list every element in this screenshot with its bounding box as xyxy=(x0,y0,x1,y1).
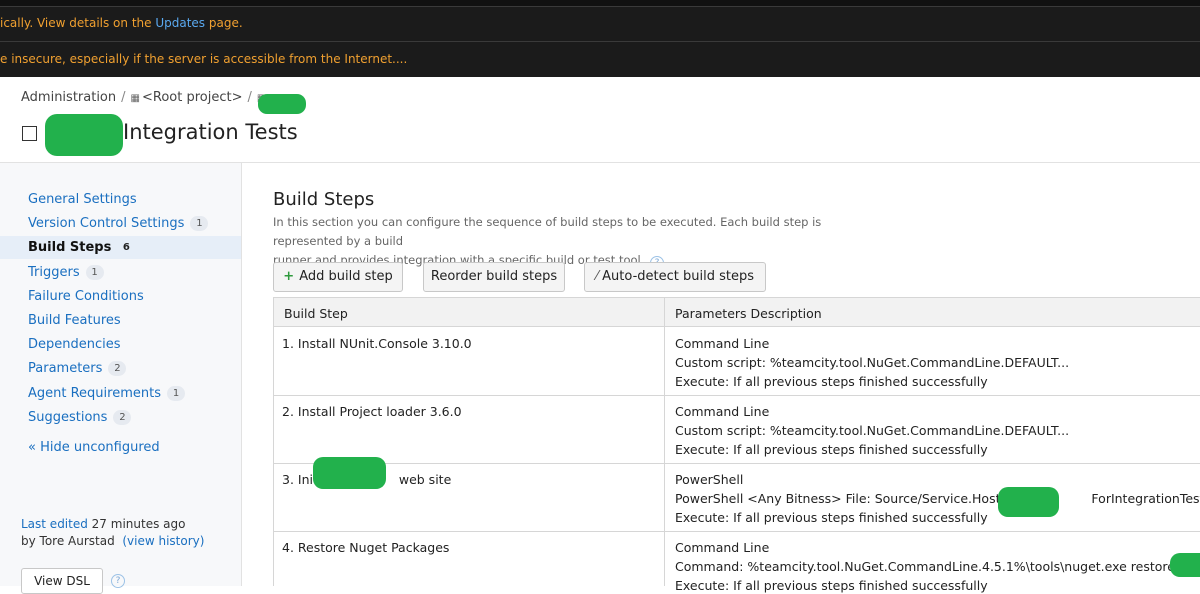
runner-type: Command Line xyxy=(675,540,770,555)
breadcrumb-separator: / xyxy=(121,90,126,105)
breadcrumb-root-project[interactable]: <Root project> xyxy=(142,90,243,105)
banner-divider xyxy=(0,41,1200,42)
button-label: Add build step xyxy=(299,269,393,284)
project-grid-icon: ▦ xyxy=(130,93,141,104)
last-edited-info: Last edited 27 minutes ago by Tore Aurst… xyxy=(21,516,204,550)
sidebar-item-label: Parameters xyxy=(28,361,103,376)
count-badge: 1 xyxy=(85,265,104,280)
view-history-link[interactable]: (view history) xyxy=(122,534,204,548)
runner-type: Command Line xyxy=(675,404,770,419)
step-execute-condition: Execute: If all previous steps finished … xyxy=(675,374,988,389)
description-line: In this section you can configure the se… xyxy=(273,215,822,248)
magic-wand-icon: ⁄ xyxy=(595,269,599,284)
last-edited-link[interactable]: Last edited xyxy=(21,517,88,531)
row-divider xyxy=(273,395,1200,396)
step-parameters: Command: %teamcity.tool.NuGet.CommandLin… xyxy=(675,559,1200,574)
button-label: Reorder build steps xyxy=(430,269,558,284)
param-text: ForIntegrationTests.ps1 xyxy=(1091,491,1200,506)
sidebar-item-label: Build Features xyxy=(28,313,121,328)
sidebar-item-label: Suggestions xyxy=(28,410,108,425)
sidebar-item-label: Version Control Settings xyxy=(28,216,185,231)
redaction-mark xyxy=(258,94,306,114)
column-divider xyxy=(664,297,665,586)
sidebar-item-label: Dependencies xyxy=(28,337,121,352)
sidebar-item-build-features[interactable]: Build Features xyxy=(28,313,121,328)
row-divider xyxy=(273,463,1200,464)
step-execute-condition: Execute: If all previous steps finished … xyxy=(675,510,988,525)
button-label: Auto-detect build steps xyxy=(602,269,754,284)
sidebar-item-failure-conditions[interactable]: Failure Conditions xyxy=(28,289,144,304)
redaction-mark xyxy=(45,114,123,156)
sidebar-item-label: Triggers xyxy=(28,265,80,280)
warning-banner: ically. View details on the Updates page… xyxy=(0,0,1200,77)
step-name-suffix: web site xyxy=(394,472,452,487)
count-badge: 1 xyxy=(190,216,209,231)
page-title: Integration Tests xyxy=(123,120,298,144)
step-parameters: PowerShell <Any Bitness> File: Source/Se… xyxy=(675,491,1200,506)
sidebar-item-triggers[interactable]: Triggers 1 xyxy=(28,265,104,280)
plus-icon: + xyxy=(283,269,295,284)
edited-by: by Tore Aurstad xyxy=(21,534,115,548)
column-header-build-step: Build Step xyxy=(284,306,348,321)
build-step-name[interactable]: 4. Restore Nuget Packages xyxy=(282,540,449,555)
breadcrumb: Administration/▦<Root project>/▦ xyxy=(21,90,268,105)
runner-type: PowerShell xyxy=(675,472,744,487)
sidebar-item-dependencies[interactable]: Dependencies xyxy=(28,337,121,352)
sidebar-item-label: General Settings xyxy=(28,192,137,207)
sidebar-item-parameters[interactable]: Parameters 2 xyxy=(28,361,127,376)
reorder-build-steps-button[interactable]: Reorder build steps xyxy=(423,262,565,292)
breadcrumb-separator: / xyxy=(247,90,252,105)
runner-type: Command Line xyxy=(675,336,770,351)
sidebar-item-suggestions[interactable]: Suggestions 2 xyxy=(28,410,132,425)
breadcrumb-administration[interactable]: Administration xyxy=(21,90,116,105)
last-edited-time: 27 minutes ago xyxy=(87,517,186,531)
redaction-mark xyxy=(998,487,1059,517)
count-badge: 1 xyxy=(167,386,185,401)
view-dsl-button[interactable]: View DSL xyxy=(21,568,103,594)
redaction-mark xyxy=(1170,553,1200,577)
step-execute-condition: Execute: If all previous steps finished … xyxy=(675,442,988,457)
banner-top-strip xyxy=(0,0,1200,7)
update-notice: ically. View details on the Updates page… xyxy=(0,16,243,30)
auto-detect-build-steps-button[interactable]: ⁄ Auto-detect build steps xyxy=(584,262,766,292)
build-step-name[interactable]: 1. Install NUnit.Console 3.10.0 xyxy=(282,336,472,351)
sidebar-item-label: Build Steps xyxy=(28,240,112,255)
security-notice: e insecure, especially if the server is … xyxy=(0,52,408,66)
count-badge: 2 xyxy=(108,361,127,376)
sidebar-item-build-steps[interactable]: Build Steps 6 xyxy=(28,240,135,255)
step-parameters: Custom script: %teamcity.tool.NuGet.Comm… xyxy=(675,423,1070,438)
param-text: PowerShell <Any Bitness> File: Source/Se… xyxy=(675,491,1034,506)
count-badge: 2 xyxy=(113,410,132,425)
table-border xyxy=(273,297,274,586)
count-badge: 6 xyxy=(122,242,130,253)
sidebar-item-agent-requirements[interactable]: Agent Requirements 1 xyxy=(28,386,185,401)
updates-link[interactable]: Updates xyxy=(155,16,205,30)
sidebar-item-label: Agent Requirements xyxy=(28,386,161,401)
update-notice-suffix: page. xyxy=(205,16,243,30)
update-notice-text: ically. View details on the xyxy=(0,16,156,30)
hide-unconfigured-link[interactable]: « Hide unconfigured xyxy=(28,440,160,455)
add-build-step-button[interactable]: + Add build step xyxy=(273,262,403,292)
row-divider xyxy=(273,531,1200,532)
redaction-mark xyxy=(313,457,386,489)
sidebar-item-label: Failure Conditions xyxy=(28,289,144,304)
step-parameters: Custom script: %teamcity.tool.NuGet.Comm… xyxy=(675,355,1070,370)
build-step-name[interactable]: 2. Install Project loader 3.6.0 xyxy=(282,404,462,419)
sidebar-item-version-control-settings[interactable]: Version Control Settings 1 xyxy=(28,216,209,231)
sidebar-item-general-settings[interactable]: General Settings xyxy=(28,192,137,207)
section-heading: Build Steps xyxy=(273,189,375,210)
column-header-parameters: Parameters Description xyxy=(675,306,822,321)
build-config-checkbox[interactable] xyxy=(22,126,37,141)
